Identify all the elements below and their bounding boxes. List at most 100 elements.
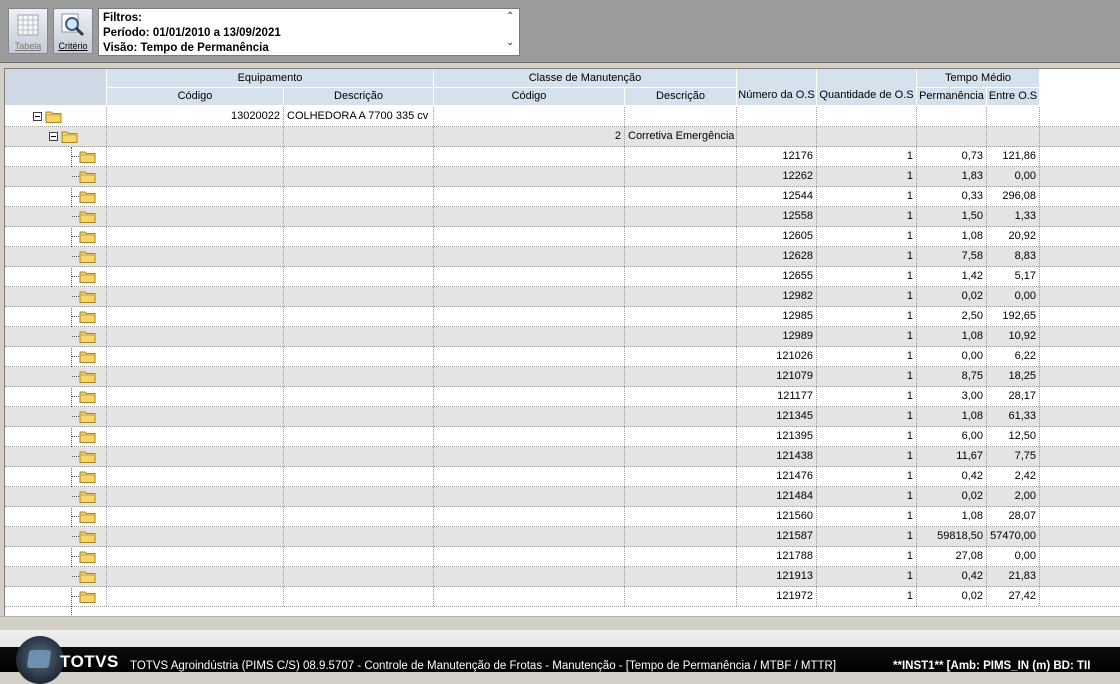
table-row[interactable]: 121026 1 0,00 6,22 [5, 347, 1120, 367]
filter-scrollbar[interactable]: ⌃ ⌄ [503, 9, 519, 55]
header-equip-codigo[interactable]: Código [107, 88, 284, 106]
tree-branch [72, 236, 79, 237]
header-permanencia[interactable]: Permanência [917, 88, 987, 106]
empty-cell [107, 567, 284, 586]
table-row[interactable]: 121913 1 0,42 21,83 [5, 567, 1120, 587]
entre-os: 12,50 [987, 427, 1040, 446]
empty-cell [284, 307, 434, 326]
folder-icon [79, 171, 96, 183]
collapse-icon[interactable] [49, 132, 58, 141]
empty-cell [107, 207, 284, 226]
numero-os: 12985 [737, 307, 817, 326]
permanencia: 1,08 [917, 507, 987, 526]
permanencia: 0,73 [917, 147, 987, 166]
header-classe-codigo[interactable]: Código [434, 88, 625, 106]
folder-icon [79, 551, 96, 563]
tree-cell [5, 207, 107, 226]
tree-cell [5, 567, 107, 586]
empty-cell [284, 367, 434, 386]
header-quantidade-os[interactable]: Quantidade de O.S [817, 69, 917, 106]
table-row[interactable]: 121972 1 0,02 27,42 [5, 587, 1120, 607]
table-row[interactable]: 12989 1 1,08 10,92 [5, 327, 1120, 347]
quantidade-os: 1 [817, 527, 917, 546]
table-row[interactable]: 12982 1 0,02 0,00 [5, 287, 1120, 307]
table-row[interactable]: 121438 1 11,67 7,75 [5, 447, 1120, 467]
tree-cell [5, 167, 107, 186]
entre-os: 121,86 [987, 147, 1040, 166]
classe-descricao: Corretiva Emergência [625, 127, 737, 146]
entre-os: 192,65 [987, 307, 1040, 326]
tree-branch [72, 296, 79, 297]
table-row[interactable]: 121560 1 1,08 28,07 [5, 507, 1120, 527]
empty-cell [284, 387, 434, 406]
permanencia: 0,42 [917, 467, 987, 486]
table-row[interactable]: 12558 1 1,50 1,33 [5, 207, 1120, 227]
tree-branch [72, 556, 79, 557]
quantidade-os: 1 [817, 407, 917, 426]
tree-branch [72, 196, 79, 197]
table-row[interactable]: 121177 1 3,00 28,17 [5, 387, 1120, 407]
empty-cell [107, 487, 284, 506]
permanencia: 1,83 [917, 167, 987, 186]
tree-cell [5, 507, 107, 526]
equipment-group-row[interactable]: 13020022 COLHEDORA A 7700 335 cv [5, 107, 1120, 127]
empty-cell [284, 327, 434, 346]
quantidade-os: 1 [817, 367, 917, 386]
tree-branch [72, 516, 79, 517]
permanencia: 1,42 [917, 267, 987, 286]
table-row[interactable]: 12628 1 7,58 8,83 [5, 247, 1120, 267]
numero-os: 121788 [737, 547, 817, 566]
entre-os: 1,33 [987, 207, 1040, 226]
table-row[interactable]: 121587 1 59818,50 57470,00 [5, 527, 1120, 547]
empty-cell [284, 187, 434, 206]
table-row[interactable]: 121345 1 1,08 61,33 [5, 407, 1120, 427]
header-classe-descricao[interactable]: Descrição [625, 88, 737, 106]
table-row[interactable]: 12262 1 1,83 0,00 [5, 167, 1120, 187]
tabela-button[interactable]: Tabela [8, 8, 48, 54]
numero-os: 121026 [737, 347, 817, 366]
entre-os: 20,92 [987, 227, 1040, 246]
table-row[interactable]: 12655 1 1,42 5,17 [5, 267, 1120, 287]
empty-cell [107, 427, 284, 446]
permanencia: 8,75 [917, 367, 987, 386]
table-row[interactable]: 121484 1 0,02 2,00 [5, 487, 1120, 507]
table-row[interactable]: 121788 1 27,08 0,00 [5, 547, 1120, 567]
empty-cell [625, 407, 737, 426]
header-numero-os[interactable]: Número da O.S [737, 69, 817, 106]
empty-cell [625, 467, 737, 486]
tree-cell [5, 527, 107, 546]
header-equip-descricao[interactable]: Descrição [284, 88, 434, 106]
folder-icon [79, 391, 96, 403]
numero-os: 12655 [737, 267, 817, 286]
header-entre-os[interactable]: Entre O.S [987, 88, 1040, 106]
empty-cell [284, 207, 434, 226]
empty-cell [625, 267, 737, 286]
table-row[interactable]: 12985 1 2,50 192,65 [5, 307, 1120, 327]
quantidade-os: 1 [817, 587, 917, 606]
scroll-down-icon[interactable]: ⌄ [506, 37, 514, 48]
collapse-icon[interactable] [33, 112, 42, 121]
horizontal-scrollbar[interactable] [0, 616, 1120, 631]
toolbar: Tabela Critério Filtros: Período: 01/01/… [0, 0, 1120, 63]
empty-cell [434, 407, 625, 426]
empty-cell [107, 187, 284, 206]
permanencia: 59818,50 [917, 527, 987, 546]
data-grid[interactable]: Equipamento Classe de Manutenção Número … [4, 68, 1120, 616]
empty-cell [625, 347, 737, 366]
scroll-up-icon[interactable]: ⌃ [506, 11, 514, 22]
empty-cell [625, 327, 737, 346]
table-row[interactable]: 12605 1 1,08 20,92 [5, 227, 1120, 247]
table-row[interactable]: 121395 1 6,00 12,50 [5, 427, 1120, 447]
table-row[interactable]: 121079 1 8,75 18,25 [5, 367, 1120, 387]
class-group-row[interactable]: 2 Corretiva Emergência [5, 127, 1120, 147]
numero-os: 121913 [737, 567, 817, 586]
empty-cell [434, 467, 625, 486]
table-row[interactable]: 121476 1 0,42 2,42 [5, 467, 1120, 487]
numero-os: 121476 [737, 467, 817, 486]
empty-cell [434, 147, 625, 166]
folder-icon [79, 531, 96, 543]
criterio-button[interactable]: Critério [53, 8, 93, 54]
table-row[interactable]: 12176 1 0,73 121,86 [5, 147, 1120, 167]
table-row[interactable]: 12544 1 0,33 296,08 [5, 187, 1120, 207]
empty-cell [737, 107, 817, 126]
